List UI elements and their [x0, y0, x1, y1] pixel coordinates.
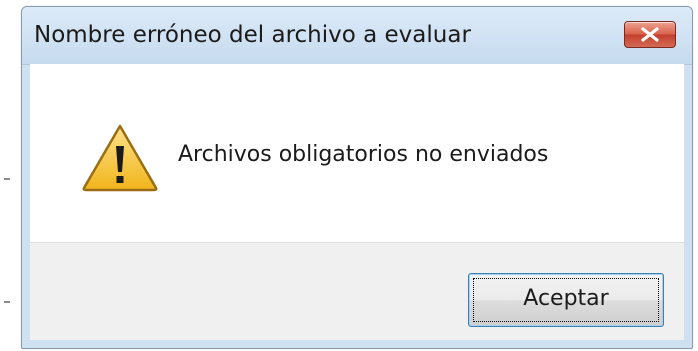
- title-bar[interactable]: Nombre erróneo del archivo a evaluar: [22, 7, 692, 65]
- close-icon: [641, 27, 659, 42]
- dialog-footer: Aceptar: [30, 242, 684, 340]
- warning-icon: [82, 124, 158, 192]
- dialog-message: Archivos obligatorios no enviados: [178, 142, 549, 167]
- dialog-title: Nombre erróneo del archivo a evaluar: [34, 22, 471, 48]
- accept-button[interactable]: Aceptar: [468, 273, 664, 327]
- close-button[interactable]: [624, 21, 676, 48]
- edge-mark: [4, 178, 10, 180]
- edge-mark: [4, 301, 10, 303]
- screen: Nombre erróneo del archivo a evaluar Arc…: [0, 0, 698, 351]
- dialog-body: Archivos obligatorios no enviados: [30, 64, 684, 242]
- warning-dialog: Nombre erróneo del archivo a evaluar Arc…: [21, 6, 693, 349]
- accept-button-label: Aceptar: [523, 286, 609, 311]
